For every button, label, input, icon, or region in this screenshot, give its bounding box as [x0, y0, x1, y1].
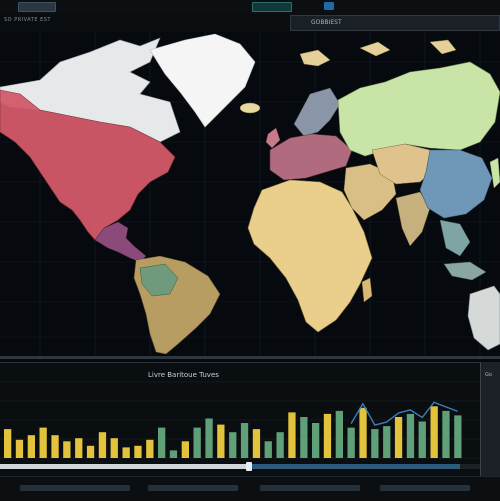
- chart-bar[interactable]: [51, 435, 59, 458]
- chart-bar[interactable]: [371, 429, 379, 458]
- chart-bar[interactable]: [418, 421, 426, 459]
- right-panel-header[interactable]: GOBBIEST: [290, 15, 500, 31]
- chart-bar[interactable]: [347, 427, 355, 458]
- side-panel-label: Go: [485, 372, 492, 378]
- region-madagascar[interactable]: [361, 277, 373, 303]
- footer-control-2[interactable]: [148, 485, 238, 491]
- timeline-slider[interactable]: [0, 462, 480, 472]
- toolbar-label: SO PRIVATE EST: [4, 17, 51, 23]
- chart-bar[interactable]: [430, 406, 438, 458]
- chart-bars: [4, 406, 462, 458]
- region-russia[interactable]: [337, 61, 500, 157]
- chart-bar[interactable]: [406, 413, 415, 458]
- footer-control-1[interactable]: [20, 485, 130, 491]
- region-scandinavia[interactable]: [293, 87, 341, 137]
- world-map[interactable]: [0, 32, 500, 357]
- tab-center[interactable]: [252, 2, 292, 12]
- chart-bar[interactable]: [205, 418, 213, 459]
- trend-line: [350, 401, 458, 426]
- chart-bar[interactable]: [86, 445, 95, 458]
- chart-bar[interactable]: [335, 410, 343, 458]
- chart-bar[interactable]: [169, 450, 178, 458]
- timeline-handle[interactable]: [246, 462, 252, 471]
- region-japan[interactable]: [489, 157, 500, 189]
- chart-bar[interactable]: [217, 424, 225, 458]
- chart-bar[interactable]: [359, 407, 367, 458]
- side-panel[interactable]: Go: [480, 362, 500, 480]
- footer-bar: [0, 476, 500, 501]
- chart-bar[interactable]: [442, 410, 450, 458]
- chart-bar[interactable]: [264, 441, 272, 458]
- chart-bar[interactable]: [110, 438, 118, 458]
- region-southeast-asia[interactable]: [439, 219, 471, 257]
- region-east-asia[interactable]: [419, 149, 493, 219]
- chart-bar[interactable]: [15, 439, 24, 458]
- chart-bar[interactable]: [323, 413, 332, 458]
- footer-control-3[interactable]: [260, 485, 360, 491]
- chart-bar[interactable]: [181, 441, 189, 458]
- footer-control-4[interactable]: [380, 485, 470, 491]
- chart-bar[interactable]: [229, 432, 237, 458]
- chart-bar[interactable]: [454, 415, 462, 458]
- region-iceland[interactable]: [239, 102, 261, 114]
- chart-bar[interactable]: [252, 429, 261, 458]
- chart-bar[interactable]: [383, 426, 391, 458]
- chart-bar[interactable]: [193, 427, 201, 458]
- map-divider: [0, 356, 500, 359]
- chart-bar[interactable]: [288, 412, 296, 458]
- chart-bar[interactable]: [158, 427, 166, 458]
- chart-bar[interactable]: [4, 429, 12, 458]
- chart-bar[interactable]: [98, 432, 107, 458]
- bar-chart: [0, 381, 480, 459]
- timeline-range-future: [248, 464, 460, 469]
- chart-bar[interactable]: [300, 417, 308, 458]
- tab-right[interactable]: [324, 2, 334, 10]
- chart-bar[interactable]: [75, 438, 83, 458]
- tab-left[interactable]: [18, 2, 56, 12]
- chart-bar[interactable]: [27, 435, 35, 458]
- chart-bar[interactable]: [63, 441, 71, 458]
- map-svg: [0, 32, 500, 357]
- chart-bar[interactable]: [122, 447, 130, 458]
- region-novaya-zemlya[interactable]: [359, 41, 391, 57]
- region-australia[interactable]: [467, 285, 500, 351]
- chart-bar[interactable]: [394, 417, 403, 458]
- toolbar: SO PRIVATE EST GOBBIEST: [0, 14, 500, 33]
- chart-bar[interactable]: [312, 423, 320, 458]
- top-bar: [0, 0, 500, 15]
- right-panel-label: GOBBIEST: [311, 19, 342, 26]
- chart-bar[interactable]: [240, 423, 249, 458]
- region-svalbard[interactable]: [299, 49, 331, 67]
- region-far-north-island[interactable]: [429, 39, 457, 55]
- chart-bar[interactable]: [146, 439, 154, 458]
- chart-bar[interactable]: [276, 432, 284, 458]
- timeline-range-past: [0, 464, 248, 469]
- region-europe[interactable]: [269, 133, 353, 181]
- chart-bar[interactable]: [39, 427, 47, 458]
- chart-bar[interactable]: [134, 445, 142, 458]
